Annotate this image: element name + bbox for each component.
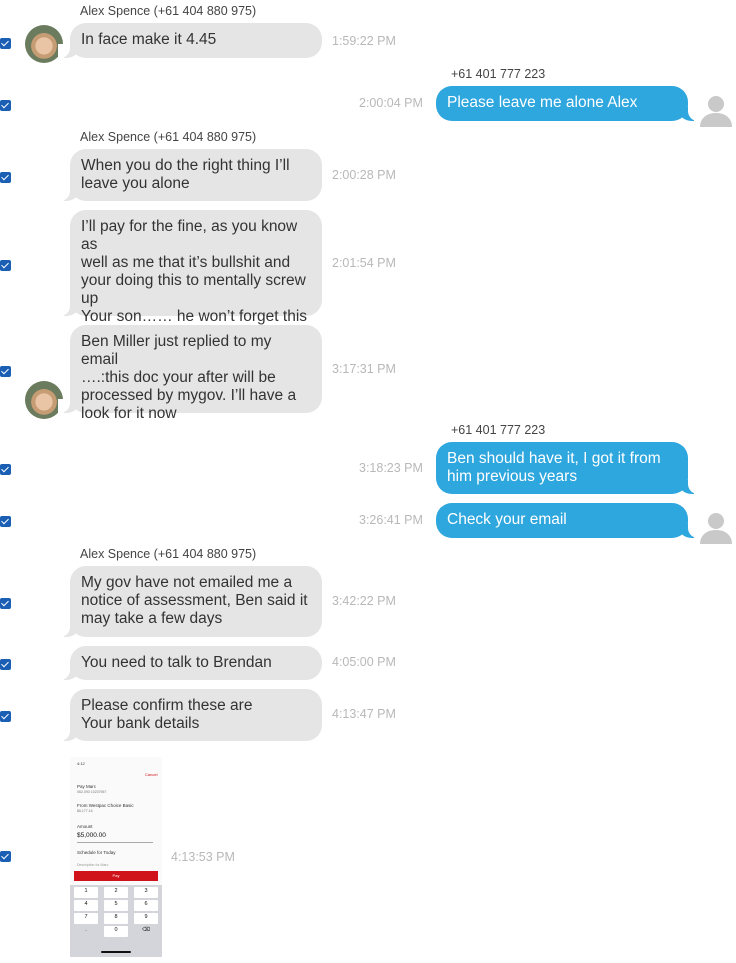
message-bubble[interactable]: I’ll pay for the fine, as you know as we… bbox=[58, 210, 322, 325]
user-silhouette-icon bbox=[700, 96, 732, 127]
keypad-key: 4 bbox=[74, 900, 98, 911]
sender-name: Alex Spence (+61 404 880 975) bbox=[80, 547, 257, 561]
keypad-key: 1 bbox=[74, 887, 98, 898]
select-checkbox[interactable] bbox=[0, 100, 11, 111]
keypad-key: 0 bbox=[104, 926, 128, 937]
keypad-key: 9 bbox=[134, 913, 158, 924]
message-bubble[interactable]: Please confirm these are Your bank detai… bbox=[58, 689, 322, 741]
sender-name: Alex Spence (+61 404 880 975) bbox=[80, 4, 257, 18]
home-indicator bbox=[101, 951, 131, 953]
balance: $6,177.16 bbox=[77, 809, 93, 813]
message-text: When you do the right thing I’ll leave y… bbox=[81, 157, 290, 192]
keypad-key: 6 bbox=[134, 900, 158, 911]
message-text: Please confirm these are Your bank detai… bbox=[81, 697, 253, 732]
keypad: 1 2 3 4 5 6 7 8 9 . 0 ⌫ bbox=[70, 885, 162, 957]
keypad-key: 3 bbox=[134, 887, 158, 898]
message-bubble[interactable]: My gov have not emailed me a notice of a… bbox=[58, 566, 322, 637]
message-bubble[interactable]: Please leave me alone Alex bbox=[436, 86, 700, 121]
description-label: Description for Marc bbox=[77, 863, 109, 867]
amount-label: Amount bbox=[77, 824, 93, 829]
message-text: Ben should have it, I got it from him pr… bbox=[447, 450, 661, 485]
cancel-link: Cancel bbox=[145, 772, 158, 777]
keypad-key: . bbox=[85, 927, 87, 933]
message-time: 1:59:22 PM bbox=[332, 34, 396, 48]
keypad-key: 7 bbox=[74, 913, 98, 924]
amount-value: $5,000.00 bbox=[77, 832, 106, 839]
message-text: I’ll pay for the fine, as you know as we… bbox=[81, 218, 308, 325]
message-bubble[interactable]: Ben Miller just replied to my email ….:t… bbox=[58, 325, 322, 422]
select-checkbox[interactable] bbox=[0, 516, 11, 527]
message-time: 3:17:31 PM bbox=[332, 362, 396, 376]
message-time: 4:05:00 PM bbox=[332, 655, 396, 669]
keypad-key: 2 bbox=[104, 887, 128, 898]
keypad-key: 8 bbox=[104, 913, 128, 924]
message-time: 4:13:47 PM bbox=[332, 707, 396, 721]
message-time: 4:13:53 PM bbox=[171, 850, 235, 864]
backspace-icon: ⌫ bbox=[142, 927, 150, 933]
message-time: 3:26:41 PM bbox=[359, 513, 423, 527]
message-bubble[interactable]: In face make it 4.45 bbox=[58, 23, 322, 58]
message-text: Ben Miller just replied to my email ….:t… bbox=[81, 333, 297, 422]
message-text: In face make it 4.45 bbox=[81, 31, 217, 48]
select-checkbox[interactable] bbox=[0, 711, 11, 722]
pay-to-label: Pay Marc bbox=[77, 784, 97, 789]
from-account: From Westpac Choice Basic bbox=[77, 803, 134, 808]
select-checkbox[interactable] bbox=[0, 172, 11, 183]
select-checkbox[interactable] bbox=[0, 851, 11, 862]
message-time: 3:18:23 PM bbox=[359, 461, 423, 475]
select-checkbox[interactable] bbox=[0, 260, 11, 271]
amount-field: $5,000.00 bbox=[77, 832, 153, 843]
message-bubble[interactable]: Check your email bbox=[436, 503, 700, 538]
select-checkbox[interactable] bbox=[0, 464, 11, 475]
select-checkbox[interactable] bbox=[0, 38, 11, 49]
schedule-label: Schedule for Today bbox=[77, 850, 116, 855]
sender-name: +61 401 777 223 bbox=[451, 67, 546, 81]
message-bubble[interactable]: Ben should have it, I got it from him pr… bbox=[436, 442, 700, 494]
message-text: You need to talk to Brendan bbox=[81, 654, 272, 671]
select-checkbox[interactable] bbox=[0, 598, 11, 609]
sender-name: +61 401 777 223 bbox=[451, 423, 546, 437]
message-bubble[interactable]: You need to talk to Brendan bbox=[58, 646, 322, 680]
status-time: 4:12 bbox=[77, 761, 85, 766]
message-text: Please leave me alone Alex bbox=[447, 94, 638, 111]
message-bubble[interactable]: When you do the right thing I’ll leave y… bbox=[58, 149, 322, 201]
pay-button: Pay bbox=[74, 871, 158, 881]
message-time: 2:00:04 PM bbox=[359, 96, 423, 110]
message-text: Check your email bbox=[447, 511, 567, 528]
account-ref: 062-093 10237967 bbox=[77, 790, 107, 794]
user-silhouette-icon bbox=[700, 513, 732, 544]
sender-name: Alex Spence (+61 404 880 975) bbox=[80, 130, 257, 144]
select-checkbox[interactable] bbox=[0, 659, 11, 670]
message-text: My gov have not emailed me a notice of a… bbox=[81, 574, 308, 627]
image-attachment[interactable]: 4:12 Cancel Pay Marc 062-093 10237967 Fr… bbox=[70, 757, 162, 957]
keypad-key: 5 bbox=[104, 900, 128, 911]
message-time: 2:00:28 PM bbox=[332, 168, 396, 182]
select-checkbox[interactable] bbox=[0, 366, 11, 377]
message-time: 2:01:54 PM bbox=[332, 256, 396, 270]
message-time: 3:42:22 PM bbox=[332, 594, 396, 608]
